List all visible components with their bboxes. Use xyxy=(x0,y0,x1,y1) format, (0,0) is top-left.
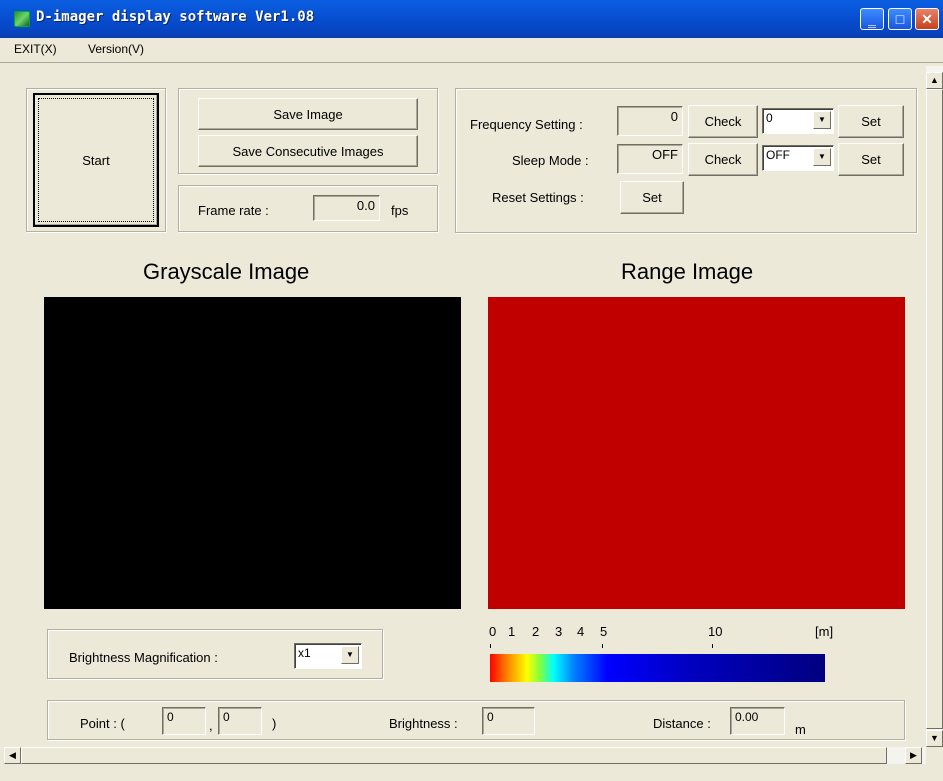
point-x-field: 0 xyxy=(162,707,206,735)
close-icon: ✕ xyxy=(921,11,933,27)
sleep-select-value: OFF xyxy=(766,148,790,162)
menu-exit[interactable]: EXIT(X) xyxy=(14,42,57,56)
distance-unit: m xyxy=(795,722,806,737)
minimize-button[interactable]: ‗ xyxy=(860,8,884,30)
sleep-value: OFF xyxy=(617,144,683,174)
reset-label: Reset Settings : xyxy=(492,190,584,205)
point-close-paren: ) xyxy=(272,716,277,731)
grayscale-title: Grayscale Image xyxy=(143,259,310,284)
point-label: Point : ( xyxy=(80,716,125,731)
resize-grip-icon[interactable] xyxy=(926,747,943,764)
scale-tick-1: 1 xyxy=(508,624,516,639)
point-y-field: 0 xyxy=(218,707,262,735)
brightness-status-field: 0 xyxy=(482,707,535,735)
scroll-left-button[interactable]: ◀ xyxy=(4,747,21,764)
frequency-label: Frequency Setting : xyxy=(470,117,583,132)
frequency-select-value: 0 xyxy=(766,111,773,125)
scale-tick-10: 10 xyxy=(708,624,723,639)
arrow-up-icon: ▲ xyxy=(930,75,939,85)
scale-tick-5: 5 xyxy=(600,624,608,639)
chevron-down-icon[interactable]: ▼ xyxy=(813,148,831,166)
window-title: D-imager display software Ver1.08 xyxy=(36,9,315,25)
frame-rate-unit: fps xyxy=(391,203,409,218)
sleep-select[interactable]: OFF ▼ xyxy=(762,145,834,171)
scale-unit: [m] xyxy=(815,624,834,639)
close-button[interactable]: ✕ xyxy=(915,8,939,30)
sleep-set-button[interactable]: Set xyxy=(838,143,904,176)
scale-tick-2: 2 xyxy=(532,624,540,639)
horizontal-scroll-thumb[interactable] xyxy=(21,747,887,764)
arrow-down-icon: ▼ xyxy=(930,733,939,743)
vertical-scroll-thumb[interactable] xyxy=(926,89,943,729)
frame-rate-label: Frame rate : xyxy=(198,203,269,218)
arrow-left-icon: ◀ xyxy=(9,750,16,760)
minimize-icon: ‗ xyxy=(868,11,876,27)
range-image[interactable] xyxy=(488,297,905,609)
point-comma: , xyxy=(209,718,213,733)
chevron-down-icon[interactable]: ▼ xyxy=(341,646,359,664)
scale-tick-4: 4 xyxy=(577,624,585,639)
start-button[interactable]: Start xyxy=(33,93,159,227)
brightness-select[interactable]: x1 ▼ xyxy=(294,643,362,669)
distance-field: 0.00 xyxy=(730,707,785,735)
reset-set-button[interactable]: Set xyxy=(620,181,684,214)
grayscale-image[interactable] xyxy=(44,297,461,609)
brightness-label: Brightness Magnification : xyxy=(69,650,218,665)
scale-tick-mark xyxy=(712,644,713,648)
distance-label: Distance : xyxy=(653,716,711,731)
scale-tick-3: 3 xyxy=(555,624,563,639)
frequency-set-button[interactable]: Set xyxy=(838,105,904,138)
scroll-up-button[interactable]: ▲ xyxy=(926,72,943,89)
menu-version[interactable]: Version(V) xyxy=(88,42,144,56)
frequency-check-button[interactable]: Check xyxy=(688,105,758,138)
brightness-status-label: Brightness : xyxy=(389,716,458,731)
scroll-down-button[interactable]: ▼ xyxy=(926,730,943,747)
brightness-select-value: x1 xyxy=(298,646,311,660)
scale-tick-0: 0 xyxy=(489,624,497,639)
scale-tick-mark xyxy=(602,644,603,648)
scroll-right-button[interactable]: ▶ xyxy=(905,747,922,764)
app-icon xyxy=(14,11,30,27)
scale-tick-mark xyxy=(490,644,491,648)
menu-divider xyxy=(0,62,943,63)
frequency-select[interactable]: 0 ▼ xyxy=(762,108,834,134)
sleep-check-button[interactable]: Check xyxy=(688,143,758,176)
maximize-icon: □ xyxy=(895,11,905,27)
save-image-button[interactable]: Save Image xyxy=(198,98,418,130)
maximize-button[interactable]: □ xyxy=(888,8,912,30)
save-consecutive-button[interactable]: Save Consecutive Images xyxy=(198,135,418,167)
chevron-down-icon[interactable]: ▼ xyxy=(813,111,831,129)
frequency-value: 0 xyxy=(617,106,683,136)
sleep-label: Sleep Mode : xyxy=(512,153,589,168)
frame-rate-value: 0.0 xyxy=(313,195,380,221)
arrow-right-icon: ▶ xyxy=(910,750,917,760)
color-scale-bar xyxy=(490,654,825,682)
range-title: Range Image xyxy=(621,259,754,284)
